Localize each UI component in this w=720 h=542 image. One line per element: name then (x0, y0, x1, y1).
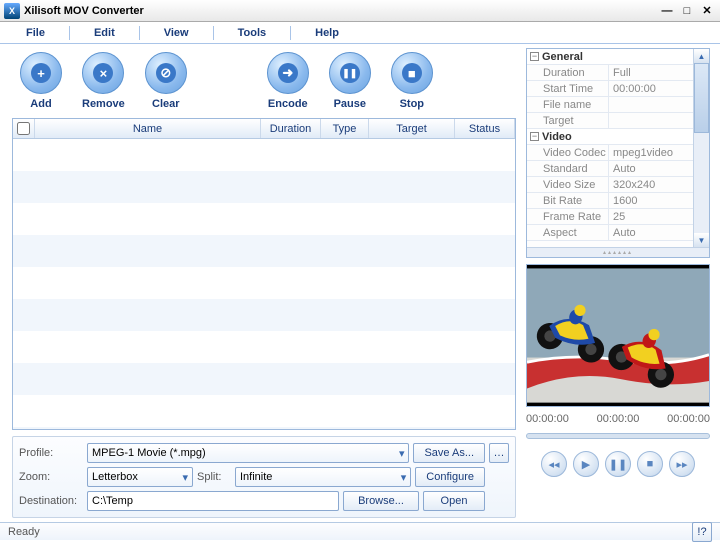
menubar: File Edit View Tools Help (0, 22, 720, 44)
browse-button[interactable]: Browse... (343, 491, 419, 511)
profile-label: Profile: (19, 447, 83, 459)
profile-more-button[interactable]: … (489, 443, 509, 463)
clear-icon: ⊘ (156, 63, 176, 83)
menu-help[interactable]: Help (307, 25, 347, 41)
encode-icon: ➜ (278, 63, 298, 83)
menu-file[interactable]: File (18, 25, 53, 41)
time-scale: 00:00:00 00:00:00 00:00:00 (526, 413, 710, 425)
prop-row[interactable]: StandardAuto (527, 161, 693, 177)
prop-row[interactable]: File name (527, 97, 693, 113)
prop-row[interactable]: DurationFull (527, 65, 693, 81)
prop-row[interactable]: Video Size320x240 (527, 177, 693, 193)
clear-button[interactable]: ⊘Clear (145, 52, 187, 110)
destination-input[interactable]: C:\Temp (87, 491, 339, 511)
pause-button[interactable]: ❚❚Pause (329, 52, 371, 110)
destination-label: Destination: (19, 495, 83, 507)
prop-group[interactable]: −General (527, 49, 693, 65)
scroll-thumb[interactable] (694, 63, 709, 133)
split-select[interactable]: Infinite (235, 467, 411, 487)
stop-icon: ■ (402, 63, 422, 83)
menu-edit[interactable]: Edit (86, 25, 123, 41)
col-duration[interactable]: Duration (261, 119, 321, 138)
zoom-select[interactable]: Letterbox (87, 467, 193, 487)
col-target[interactable]: Target (369, 119, 455, 138)
prop-row[interactable]: AspectAuto (527, 225, 693, 241)
open-button[interactable]: Open (423, 491, 485, 511)
bottom-form: Profile: MPEG-1 Movie (*.mpg) Save As...… (12, 436, 516, 518)
col-name[interactable]: Name (35, 119, 261, 138)
help-button[interactable]: !? (692, 522, 712, 542)
menu-view[interactable]: View (156, 25, 197, 41)
window-title: Xilisoft MOV Converter (24, 5, 656, 17)
seek-slider[interactable] (526, 433, 710, 439)
play-button[interactable]: ▶ (573, 451, 599, 477)
next-button[interactable]: ▸▸ (669, 451, 695, 477)
stop-button[interactable]: ■Stop (391, 52, 433, 110)
prop-row[interactable]: Video Codecmpeg1video (527, 145, 693, 161)
scroll-up-icon[interactable]: ▲ (694, 49, 709, 63)
prop-row[interactable]: Target (527, 113, 693, 129)
profile-select[interactable]: MPEG-1 Movie (*.mpg) (87, 443, 409, 463)
close-button[interactable]: ✕ (698, 3, 716, 19)
maximize-button[interactable]: □ (678, 3, 696, 19)
plus-icon: + (31, 63, 51, 83)
col-type[interactable]: Type (321, 119, 369, 138)
select-all-checkbox[interactable] (17, 122, 30, 135)
table-header: Name Duration Type Target Status (13, 119, 515, 139)
add-button[interactable]: +Add (20, 52, 62, 110)
configure-button[interactable]: Configure (415, 467, 485, 487)
toolbar: +Add ×Remove ⊘Clear ➜Encode ❚❚Pause ■Sto… (12, 48, 516, 118)
app-icon: X (4, 3, 20, 19)
minimize-button[interactable]: — (658, 3, 676, 19)
prop-group[interactable]: −Video (527, 129, 693, 145)
prop-row[interactable]: Frame Rate25 (527, 209, 693, 225)
statusbar: Ready !? (0, 522, 720, 540)
col-status[interactable]: Status (455, 119, 515, 138)
property-grid: −GeneralDurationFullStart Time00:00:00Fi… (526, 48, 710, 258)
preview-pane (526, 264, 710, 407)
stop-playback-button[interactable]: ■ (637, 451, 663, 477)
table-body[interactable] (13, 139, 515, 429)
titlebar: X Xilisoft MOV Converter — □ ✕ (0, 0, 720, 22)
prop-row[interactable]: Bit Rate1600 (527, 193, 693, 209)
remove-button[interactable]: ×Remove (82, 52, 125, 110)
preview-image (527, 265, 709, 406)
prev-button[interactable]: ◂◂ (541, 451, 567, 477)
split-label: Split: (197, 471, 231, 483)
status-text: Ready (8, 526, 40, 538)
scroll-down-icon[interactable]: ▼ (694, 233, 709, 247)
save-as-button[interactable]: Save As... (413, 443, 485, 463)
menu-tools[interactable]: Tools (230, 25, 275, 41)
collapse-icon[interactable]: − (530, 52, 539, 61)
scrollbar[interactable]: ▲ ▼ (693, 49, 709, 247)
resize-grip[interactable]: ▴▴▴▴▴▴ (527, 247, 709, 257)
encode-button[interactable]: ➜Encode (267, 52, 309, 110)
prop-row[interactable]: Start Time00:00:00 (527, 81, 693, 97)
playback-controls: ◂◂ ▶ ❚❚ ■ ▸▸ (526, 451, 710, 477)
pause-icon: ❚❚ (340, 63, 360, 83)
collapse-icon[interactable]: − (530, 132, 539, 141)
pause-playback-button[interactable]: ❚❚ (605, 451, 631, 477)
zoom-label: Zoom: (19, 471, 83, 483)
x-icon: × (93, 63, 113, 83)
file-table: Name Duration Type Target Status (12, 118, 516, 430)
